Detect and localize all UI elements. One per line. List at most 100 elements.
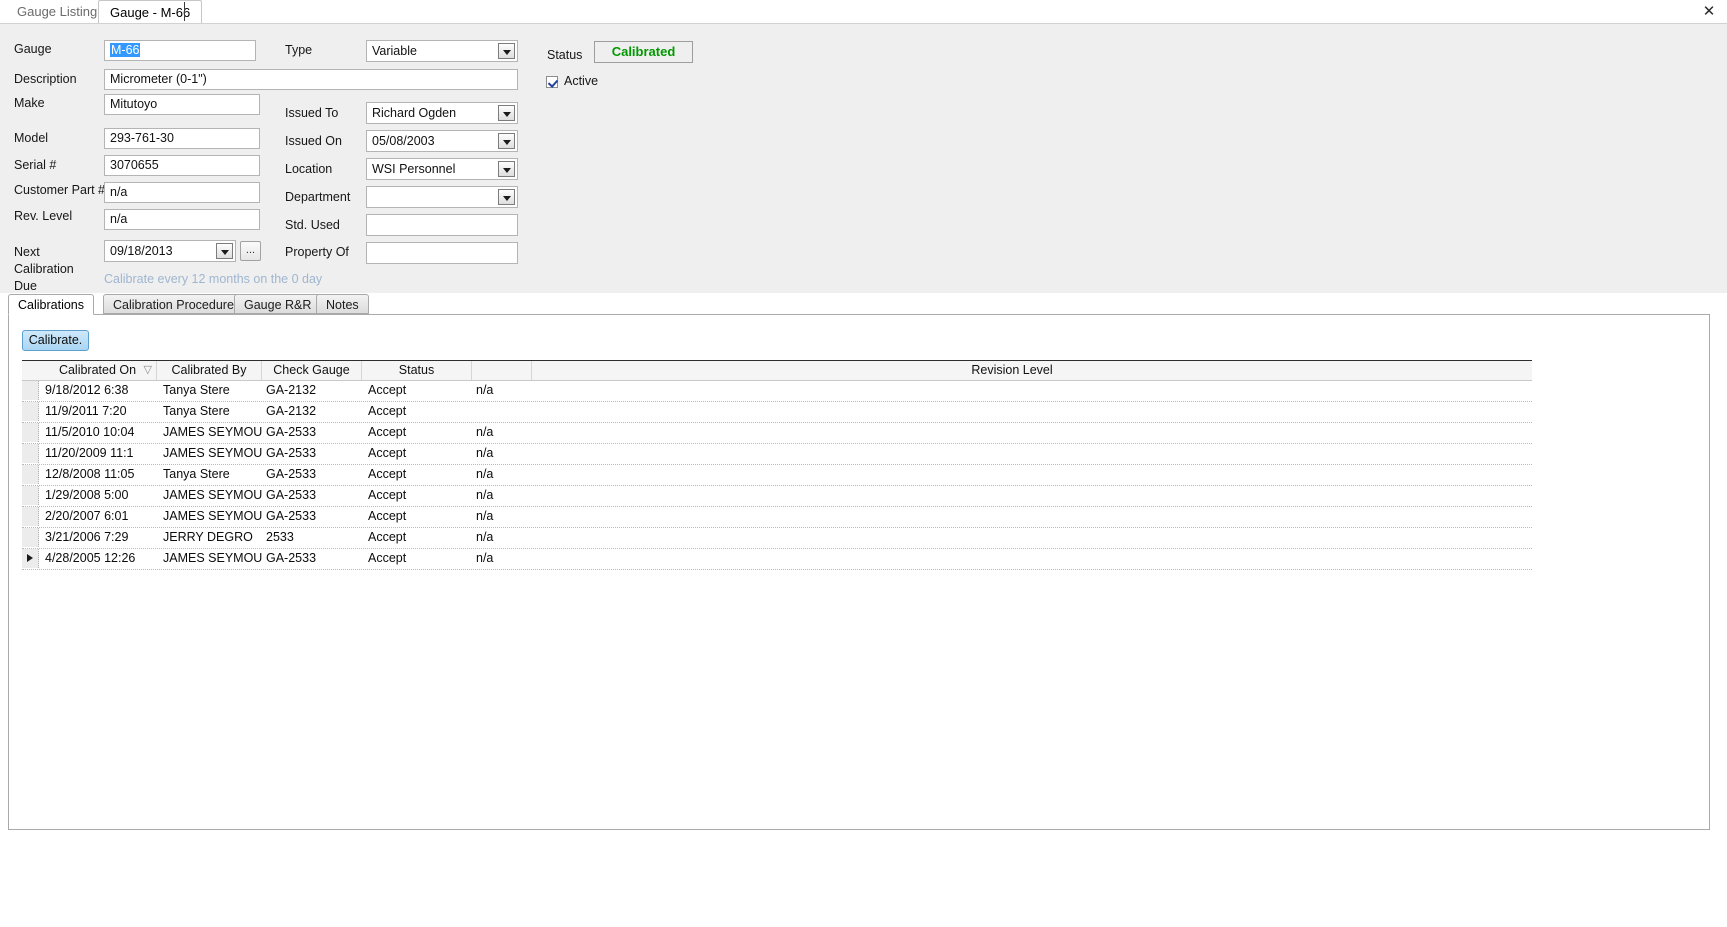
table-row[interactable]: 11/9/2011 7:20 Tanya Stere GA-2132 Accept xyxy=(22,402,1532,423)
grid-column-header[interactable]: Calibrated On ▽ xyxy=(39,361,157,380)
label-std-used: Std. Used xyxy=(285,218,340,232)
calibrations-grid: Calibrated On ▽ Calibrated By Check Gauge St… xyxy=(22,360,1532,570)
chevron-down-icon[interactable] xyxy=(498,133,515,149)
chevron-down-icon[interactable] xyxy=(216,243,233,259)
next-calibration-due-value: 09/18/2013 xyxy=(110,244,173,258)
table-row[interactable]: 1/29/2008 5:00 JAMES SEYMOU GA-2533 Accept n… xyxy=(22,486,1532,507)
table-cell-check-gauge: 2533 xyxy=(266,530,294,544)
issued-to-combo[interactable]: Richard Ogden xyxy=(366,102,518,124)
rev-level-input[interactable]: n/a xyxy=(104,209,260,230)
row-selector-cell[interactable] xyxy=(22,549,39,568)
table-cell-check-gauge: GA-2533 xyxy=(266,509,317,523)
type-value: Variable xyxy=(372,44,417,58)
description-input[interactable]: Micrometer (0-1") xyxy=(104,69,518,90)
status-badge: Calibrated xyxy=(594,41,693,63)
tab-notes[interactable]: Notes xyxy=(316,294,369,314)
tab-calibrations[interactable]: Calibrations xyxy=(8,294,95,315)
label-status: Status xyxy=(547,48,583,62)
table-row[interactable]: 4/28/2005 12:26 JAMES SEYMOU GA-2533 Accept… xyxy=(22,549,1532,570)
sort-descending-icon[interactable]: ▽ xyxy=(144,364,152,377)
tab-gauge-listing-label: Gauge Listing xyxy=(17,4,98,19)
table-cell-check-gauge: GA-2533 xyxy=(266,467,317,481)
next-calibration-browse-button[interactable]: ... xyxy=(240,241,261,261)
table-cell-calibrated-on: 12/8/2008 11:05 xyxy=(45,467,135,481)
table-row[interactable]: 11/5/2010 10:04 JAMES SEYMOU GA-2533 Accept… xyxy=(22,423,1532,444)
chevron-down-icon[interactable] xyxy=(498,105,515,121)
checkbox-checked-icon[interactable] xyxy=(546,76,558,88)
issued-on-value: 05/08/2003 xyxy=(372,134,435,148)
table-cell-status: Accept xyxy=(368,404,407,418)
label-location: Location xyxy=(285,162,333,176)
table-cell-revision-level xyxy=(538,402,1532,421)
current-row-arrow-icon xyxy=(27,554,33,562)
chevron-down-icon[interactable] xyxy=(498,189,515,205)
table-cell-calibrated-on: 4/28/2005 12:26 xyxy=(45,551,136,565)
gauge-input-value: M-66 xyxy=(110,43,141,57)
label-make: Make xyxy=(14,96,45,110)
row-selector-cell[interactable] xyxy=(22,507,39,526)
tab-gauge-listing[interactable]: Gauge Listing xyxy=(6,0,108,23)
chevron-down-icon[interactable] xyxy=(498,43,515,59)
row-selector-cell[interactable] xyxy=(22,381,39,400)
grid-column-header-label: Revision Level xyxy=(971,363,1053,377)
std-used-input[interactable] xyxy=(366,214,518,236)
grid-column-header[interactable]: Revision Level xyxy=(532,361,1492,380)
table-cell-calibrated-by: Tanya Stere xyxy=(163,404,230,418)
table-cell-revision-level xyxy=(538,507,1532,526)
label-type: Type xyxy=(285,43,313,57)
table-row[interactable]: 11/20/2009 11:1 JAMES SEYMOU GA-2533 Accept… xyxy=(22,444,1532,465)
table-cell-calibrated-on: 2/20/2007 6:01 xyxy=(45,509,129,523)
table-cell-calibrated-on: 1/29/2008 5:00 xyxy=(45,488,129,502)
table-cell-blank xyxy=(476,402,532,421)
issued-on-combo[interactable]: 05/08/2003 xyxy=(366,130,518,152)
model-input[interactable]: 293-761-30 xyxy=(104,128,260,149)
table-cell-status: Accept xyxy=(368,488,407,502)
type-combo[interactable]: Variable xyxy=(366,40,518,62)
grid-column-header[interactable]: Calibrated By xyxy=(157,361,262,380)
tab-notes-label: Notes xyxy=(326,298,359,312)
row-selector-cell[interactable] xyxy=(22,444,39,463)
department-combo[interactable] xyxy=(366,186,518,208)
table-row[interactable]: 9/18/2012 6:38 Tanya Stere GA-2132 Accept n/… xyxy=(22,381,1532,402)
grid-column-header[interactable]: Check Gauge xyxy=(262,361,362,380)
tab-gauge-rr-label: Gauge R&R xyxy=(244,298,312,312)
close-icon[interactable]: ✕ xyxy=(1699,2,1719,22)
grid-column-header[interactable]: Status xyxy=(362,361,472,380)
serial-input[interactable]: 3070655 xyxy=(104,155,260,176)
label-active: Active xyxy=(564,74,599,88)
tab-calibration-procedure[interactable]: Calibration Procedure xyxy=(103,294,244,314)
tab-gauge-rr[interactable]: Gauge R&R xyxy=(234,294,322,314)
table-row[interactable]: 2/20/2007 6:01 JAMES SEYMOU GA-2533 Accept n… xyxy=(22,507,1532,528)
calibrate-button[interactable]: Calibrate. xyxy=(22,330,89,351)
table-cell-status: Accept xyxy=(368,530,407,544)
row-selector-cell[interactable] xyxy=(22,423,39,442)
tab-calibration-procedure-label: Calibration Procedure xyxy=(113,298,234,312)
location-combo[interactable]: WSI Personnel xyxy=(366,158,518,180)
table-row[interactable]: 12/8/2008 11:05 Tanya Stere GA-2533 Accept n… xyxy=(22,465,1532,486)
table-cell-calibrated-by: JAMES SEYMOU xyxy=(163,551,262,565)
make-input[interactable]: Mitutoyo xyxy=(104,94,260,115)
next-calibration-due-combo[interactable]: 09/18/2013 xyxy=(104,240,236,262)
tab-text-caret xyxy=(184,2,185,21)
row-selector-cell[interactable] xyxy=(22,465,39,484)
department-value xyxy=(372,187,493,207)
row-selector-cell[interactable] xyxy=(22,486,39,505)
chevron-down-icon[interactable] xyxy=(498,161,515,177)
label-gauge: Gauge xyxy=(14,42,52,56)
row-selector-cell[interactable] xyxy=(22,528,39,547)
tab-gauge-m66[interactable]: Gauge - M-66 xyxy=(98,0,203,24)
customer-part-input[interactable]: n/a xyxy=(104,182,260,203)
table-cell-blank: n/a xyxy=(476,530,494,544)
row-selector-cell[interactable] xyxy=(22,402,39,421)
table-cell-status: Accept xyxy=(368,425,407,439)
grid-column-header[interactable] xyxy=(472,361,532,380)
location-value: WSI Personnel xyxy=(372,162,456,176)
table-cell-revision-level xyxy=(538,465,1532,484)
table-cell-check-gauge: GA-2533 xyxy=(266,551,317,565)
table-cell-revision-level xyxy=(538,381,1532,400)
table-row[interactable]: 3/21/2006 7:29 JERRY DEGRO 2533 Accept n/a xyxy=(22,528,1532,549)
table-cell-status: Accept xyxy=(368,446,407,460)
property-of-input[interactable] xyxy=(366,242,518,264)
label-model: Model xyxy=(14,131,49,145)
gauge-input[interactable]: M-66 xyxy=(104,40,256,61)
